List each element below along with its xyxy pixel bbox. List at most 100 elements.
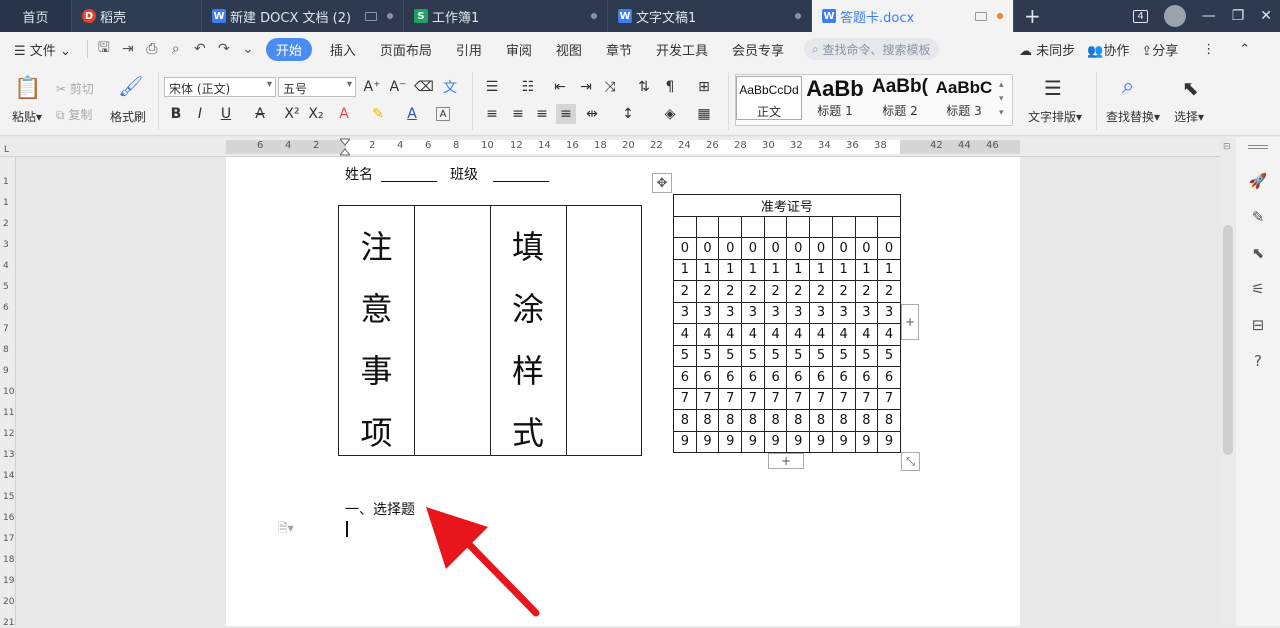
font-color-icon[interactable]: A: [402, 104, 422, 124]
table-border-icon[interactable]: ⊞: [694, 77, 714, 97]
exam-digit-cell[interactable]: 8: [695, 409, 720, 432]
exam-digit-cell[interactable]: 1: [809, 258, 833, 281]
menu-references[interactable]: 引用: [456, 40, 482, 59]
exam-digit-cell[interactable]: 3: [854, 301, 879, 324]
exam-digit-cell[interactable]: 3: [877, 301, 901, 324]
exam-number-table[interactable]: 准考证号 00000000001111111111222222222233333…: [673, 194, 901, 453]
exam-digit-cell[interactable]: 5: [695, 344, 720, 367]
exam-digit-cell[interactable]: 9: [763, 430, 788, 453]
text-layout-icon[interactable]: ☰: [1044, 76, 1062, 100]
menu-member[interactable]: 会员专享: [732, 40, 784, 59]
table-resize-icon[interactable]: ⤡: [901, 452, 920, 471]
menu-view[interactable]: 视图: [556, 40, 582, 59]
save-icon[interactable]: 🖫: [95, 40, 113, 58]
exam-digit-blank[interactable]: [763, 215, 788, 238]
select-button[interactable]: 选择▾: [1174, 108, 1204, 125]
exam-digit-blank[interactable]: [718, 215, 743, 238]
exam-digit-cell[interactable]: 3: [695, 301, 720, 324]
tab-home[interactable]: 首页: [0, 0, 72, 32]
vertical-ruler[interactable]: 1 1 2 3 4 5 6 7 8 9 10 11 12 13 14 15 16 17 18 19 20 21: [0, 157, 16, 628]
exam-digit-cell[interactable]: 2: [718, 280, 743, 303]
exam-digit-cell[interactable]: 4: [695, 323, 720, 346]
exam-digit-cell[interactable]: 7: [854, 387, 879, 410]
exam-digit-cell[interactable]: 9: [786, 430, 811, 453]
exam-digit-blank[interactable]: [854, 215, 879, 238]
exam-digit-cell[interactable]: 0: [673, 237, 697, 260]
scrollbar-thumb[interactable]: [1223, 225, 1233, 455]
exam-digit-blank[interactable]: [809, 215, 833, 238]
bold-icon[interactable]: B: [166, 104, 186, 124]
italic-icon[interactable]: I: [190, 104, 210, 124]
grow-font-icon[interactable]: A⁺: [362, 77, 382, 97]
distribute-icon[interactable]: ⇹: [582, 104, 602, 124]
tab-new-docx[interactable]: W 新建 DOCX 文档 (2): [202, 0, 404, 32]
exam-digit-cell[interactable]: 6: [673, 366, 697, 389]
style-normal[interactable]: AaBbCcDd 正文: [736, 76, 802, 120]
exam-digit-cell[interactable]: 7: [695, 387, 720, 410]
exam-digit-cell[interactable]: 9: [718, 430, 743, 453]
exam-digit-cell[interactable]: 1: [831, 258, 856, 281]
add-row-icon[interactable]: +: [768, 453, 804, 469]
exam-digit-cell[interactable]: 8: [718, 409, 743, 432]
exam-digit-cell[interactable]: 7: [718, 387, 743, 410]
menu-section[interactable]: 章节: [606, 40, 632, 59]
exam-digit-cell[interactable]: 8: [831, 409, 856, 432]
exam-digit-cell[interactable]: 0: [786, 237, 811, 260]
collapse-ribbon-icon[interactable]: ⌃: [1239, 42, 1250, 57]
exam-digit-cell[interactable]: 8: [741, 409, 765, 432]
show-marks-icon[interactable]: ¶: [660, 77, 680, 97]
exam-digit-cell[interactable]: 5: [877, 344, 901, 367]
close-icon[interactable]: ✕: [1260, 8, 1272, 24]
borders-icon[interactable]: ▦: [694, 104, 714, 124]
exam-digit-cell[interactable]: 6: [877, 366, 901, 389]
exam-digit-blank[interactable]: [786, 215, 811, 238]
exam-digit-cell[interactable]: 4: [831, 323, 856, 346]
exam-digit-cell[interactable]: 2: [763, 280, 788, 303]
exam-digit-cell[interactable]: 2: [741, 280, 765, 303]
exam-digit-cell[interactable]: 9: [877, 430, 901, 453]
close-dot-icon[interactable]: [591, 13, 597, 19]
exam-digit-cell[interactable]: 5: [741, 344, 765, 367]
find-replace-button[interactable]: 查找替换▾: [1106, 108, 1160, 125]
exam-digit-cell[interactable]: 1: [718, 258, 743, 281]
print-preview-icon[interactable]: ⌕: [167, 40, 185, 58]
settings-sliders-icon[interactable]: ⚟: [1248, 279, 1268, 299]
exam-digit-cell[interactable]: 2: [854, 280, 879, 303]
exam-digit-cell[interactable]: 1: [741, 258, 765, 281]
exam-digit-cell[interactable]: 5: [854, 344, 879, 367]
exam-digit-cell[interactable]: 8: [673, 409, 697, 432]
restore-icon[interactable]: ❐: [1232, 8, 1245, 24]
exam-digit-cell[interactable]: 3: [786, 301, 811, 324]
exam-digit-blank[interactable]: [673, 215, 697, 238]
sync-button[interactable]: ☁ 未同步: [1019, 40, 1075, 59]
more-options-icon[interactable]: ⋮: [1202, 42, 1215, 57]
paste-icon[interactable]: 📋: [14, 76, 41, 101]
minimize-icon[interactable]: —: [1202, 8, 1216, 24]
exam-digit-cell[interactable]: 7: [831, 387, 856, 410]
exam-digit-cell[interactable]: 5: [673, 344, 697, 367]
exam-digit-cell[interactable]: 4: [741, 323, 765, 346]
text-effect-icon[interactable]: A: [334, 104, 354, 124]
find-replace-icon[interactable]: ⌕: [1122, 74, 1134, 99]
menu-layout[interactable]: 页面布局: [380, 40, 432, 59]
horizontal-ruler[interactable]: 6 4 2 2 4 6 8 10 12 14 16 18 20 22 24 26 28 30 32 34 36 38 42 4…: [0, 137, 1280, 157]
exam-digit-cell[interactable]: 0: [809, 237, 833, 260]
exam-digit-cell[interactable]: 1: [763, 258, 788, 281]
exam-digit-cell[interactable]: 3: [673, 301, 697, 324]
sort-icon[interactable]: ⇅: [634, 77, 654, 97]
superscript-icon[interactable]: X²: [282, 104, 302, 124]
exam-digit-blank[interactable]: [831, 215, 856, 238]
exam-digit-cell[interactable]: 2: [673, 280, 697, 303]
exam-digit-cell[interactable]: 8: [763, 409, 788, 432]
exam-digit-cell[interactable]: 9: [695, 430, 720, 453]
exam-digit-cell[interactable]: 2: [786, 280, 811, 303]
exam-digit-cell[interactable]: 1: [877, 258, 901, 281]
format-painter-button[interactable]: 格式刷: [110, 108, 146, 125]
subscript-icon[interactable]: X₂: [306, 104, 326, 124]
font-size-select[interactable]: 五号: [278, 77, 356, 97]
tab-text-doc[interactable]: W 文字文稿1: [608, 0, 812, 32]
exam-digit-cell[interactable]: 7: [786, 387, 811, 410]
chinese-layout-icon[interactable]: ⤨: [600, 77, 620, 97]
styles-scroll-icon[interactable]: ▴ ▾ ▾: [999, 78, 1004, 120]
panel-menu-icon[interactable]: [1248, 145, 1268, 149]
